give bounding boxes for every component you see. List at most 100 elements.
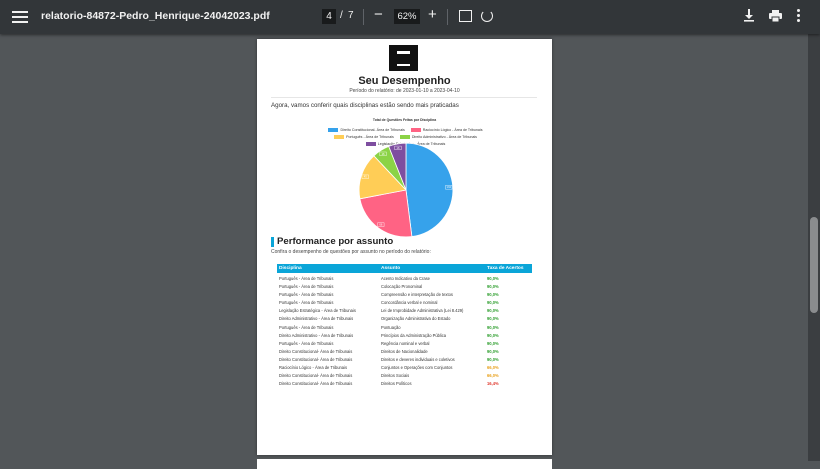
slice-label: 16	[397, 146, 400, 150]
cell-taxa: 16,4%	[487, 381, 499, 387]
cell-disciplina: Direito Constitucional- Área de Tribunai…	[279, 356, 353, 362]
page-total: 7	[348, 10, 354, 21]
chart-title: Total de Questões Feitas por Disciplina	[372, 118, 437, 122]
cell-taxa: 90,0%	[487, 324, 499, 330]
table-row: Direito Constitucional- Área de Tribunai…	[277, 379, 532, 387]
pie-chart: 13466451616	[358, 142, 454, 238]
legend-item: Direito Constitucional- Área de Tribunai…	[328, 127, 405, 134]
table-row: Português - Área de Tribunais Acento Indi…	[277, 274, 532, 282]
legend-label: Direito Constitucional- Área de Tribunai…	[340, 128, 405, 132]
pdf-page: Seu Desempenho Período do relatório: de …	[257, 39, 552, 455]
legend-swatch	[410, 128, 421, 133]
cell-disciplina: Português - Área de Tribunais	[279, 284, 334, 290]
cell-taxa: 90,0%	[487, 356, 499, 362]
zoom-out-button[interactable]: −	[374, 6, 383, 23]
table-row: Direito Administrativo - Área de Tribuna…	[277, 314, 532, 322]
cell-assunto: Direitos Políticos	[381, 381, 412, 387]
cell-assunto: Direitos Sociais	[381, 373, 410, 379]
table-row: Direito Constitucional- Área de Tribunai…	[277, 347, 532, 355]
slice-label: 134	[447, 185, 452, 189]
cell-assunto: Lei de Improbidade Administrativa (Lei 8…	[381, 308, 464, 314]
cell-disciplina: Direito Constitucional- Área de Tribunai…	[279, 381, 353, 387]
rotate-icon[interactable]	[481, 10, 493, 22]
cell-taxa: 90,0%	[487, 276, 499, 281]
cell-disciplina: Raciocínio Lógico - Área de Tribunais	[279, 365, 348, 371]
cell-disciplina: Português - Área de Tribunais	[279, 324, 334, 330]
download-icon[interactable]	[743, 9, 755, 22]
cell-taxa: 90,0%	[487, 340, 499, 346]
section-title: Performance por assunto	[277, 236, 394, 247]
table-row: Direito Constitucional- Área de Tribunai…	[277, 371, 532, 379]
cell-taxa: 90,0%	[487, 300, 499, 306]
table-row: Português - Área de Tribunais Pontuação 90…	[277, 323, 532, 331]
cell-taxa: 90,0%	[487, 284, 499, 290]
cell-disciplina: Português - Área de Tribunais	[279, 340, 334, 346]
pdf-toolbar: relatorio-84872-Pedro_Henrique-24042023.…	[0, 0, 820, 34]
print-icon[interactable]	[769, 10, 782, 22]
cell-assunto: Direitos de Nacionalidade	[381, 348, 428, 354]
legend-label: Raciocínio Lógico - Área de Tribunais	[422, 128, 483, 132]
cell-assunto: Princípios da Administração Pública	[381, 332, 447, 338]
cell-taxa: 90,0%	[487, 308, 499, 314]
page-title: Seu Desempenho	[358, 75, 451, 87]
cell-disciplina: Português - Área de Tribunais	[279, 276, 334, 281]
cell-disciplina: Português - Área de Tribunais	[279, 292, 334, 298]
toolbar-divider	[363, 9, 364, 25]
intro-text: Agora, vamos conferir quais disciplinas …	[271, 102, 459, 109]
page-separator: /	[340, 10, 343, 21]
toolbar-divider	[447, 9, 448, 25]
table-row: Português - Área de Tribunais Concordânci…	[277, 298, 532, 306]
legend-swatch	[328, 128, 339, 133]
zoom-in-button[interactable]: +	[428, 6, 437, 23]
cell-disciplina: Direito Administrativo - Área de Tribuna…	[279, 332, 354, 338]
scrollbar-thumb[interactable]	[810, 217, 818, 313]
table-body: Português - Área de Tribunais Acento Indi…	[277, 274, 532, 387]
logo	[389, 45, 418, 71]
menu-icon[interactable]	[12, 8, 28, 26]
cell-taxa: 90,0%	[487, 316, 499, 322]
table-row: Legislação Estratégica - Área de Tribuna…	[277, 306, 532, 314]
cell-assunto: Pontuação	[381, 324, 401, 330]
cell-disciplina: Português - Área de Tribunais	[279, 300, 334, 306]
cell-taxa: 66,0%	[487, 365, 499, 371]
section-subtitle: Confira o desempenho de questões por ass…	[271, 249, 431, 255]
cell-assunto: Acento Indicativo da Crase	[381, 276, 430, 281]
column-header-assunto: Assunto	[381, 266, 401, 271]
legend-item: Raciocínio Lógico - Área de Tribunais	[410, 127, 483, 134]
table-row: Raciocínio Lógico - Área de Tribunais Con…	[277, 363, 532, 371]
table-row: Direito Administrativo - Área de Tribuna…	[277, 331, 532, 339]
table-row: Direito Constitucional- Área de Tribunai…	[277, 355, 532, 363]
cell-taxa: 66,0%	[487, 373, 499, 379]
column-header-disciplina: Disciplina	[279, 266, 302, 271]
document-title: relatorio-84872-Pedro_Henrique-24042023.…	[41, 10, 270, 22]
cell-assunto: Concordância verbal e nominal	[381, 300, 438, 306]
more-options-icon[interactable]	[797, 9, 800, 24]
section-accent	[271, 237, 274, 247]
cell-taxa: 90,0%	[487, 292, 499, 298]
report-period: Período do relatório: de 2023-01-10 a 20…	[349, 88, 460, 94]
cell-assunto: Regência nominal e verbal	[381, 340, 430, 346]
table-header: Disciplina Assunto Taxa de Acertos	[277, 264, 532, 273]
page-number-input[interactable]: 4	[322, 9, 336, 24]
fit-to-page-icon[interactable]	[459, 10, 472, 22]
table-row: Português - Área de Tribunais Colocação P…	[277, 282, 532, 290]
divider	[271, 97, 537, 98]
cell-disciplina: Direito Constitucional- Área de Tribunai…	[279, 373, 353, 379]
column-header-taxa: Taxa de Acertos	[487, 266, 524, 271]
scrollbar[interactable]	[808, 34, 820, 461]
cell-assunto: Organização Administrativa do Estado	[381, 316, 451, 322]
cell-taxa: 90,0%	[487, 348, 499, 354]
slice-label: 16	[382, 152, 385, 156]
cell-assunto: Compreensão e interpretação de textos	[381, 292, 453, 298]
cell-assunto: Direitos e deveres individuais e coletiv…	[381, 356, 455, 362]
cell-disciplina: Legislação Estratégica - Área de Tribuna…	[279, 308, 356, 314]
pie-slice	[405, 142, 454, 238]
legend-swatch	[334, 135, 345, 140]
cell-disciplina: Direito Constitucional- Área de Tribunai…	[279, 348, 353, 354]
cell-taxa: 90,0%	[487, 332, 499, 338]
cell-assunto: Conjuntos e Operações com Conjuntos	[381, 365, 453, 371]
slice-label: 66	[379, 223, 382, 227]
zoom-level-input[interactable]: 62%	[394, 9, 420, 24]
cell-assunto: Colocação Pronominal	[381, 284, 423, 290]
table-row: Português - Área de Tribunais Regência no…	[277, 339, 532, 347]
